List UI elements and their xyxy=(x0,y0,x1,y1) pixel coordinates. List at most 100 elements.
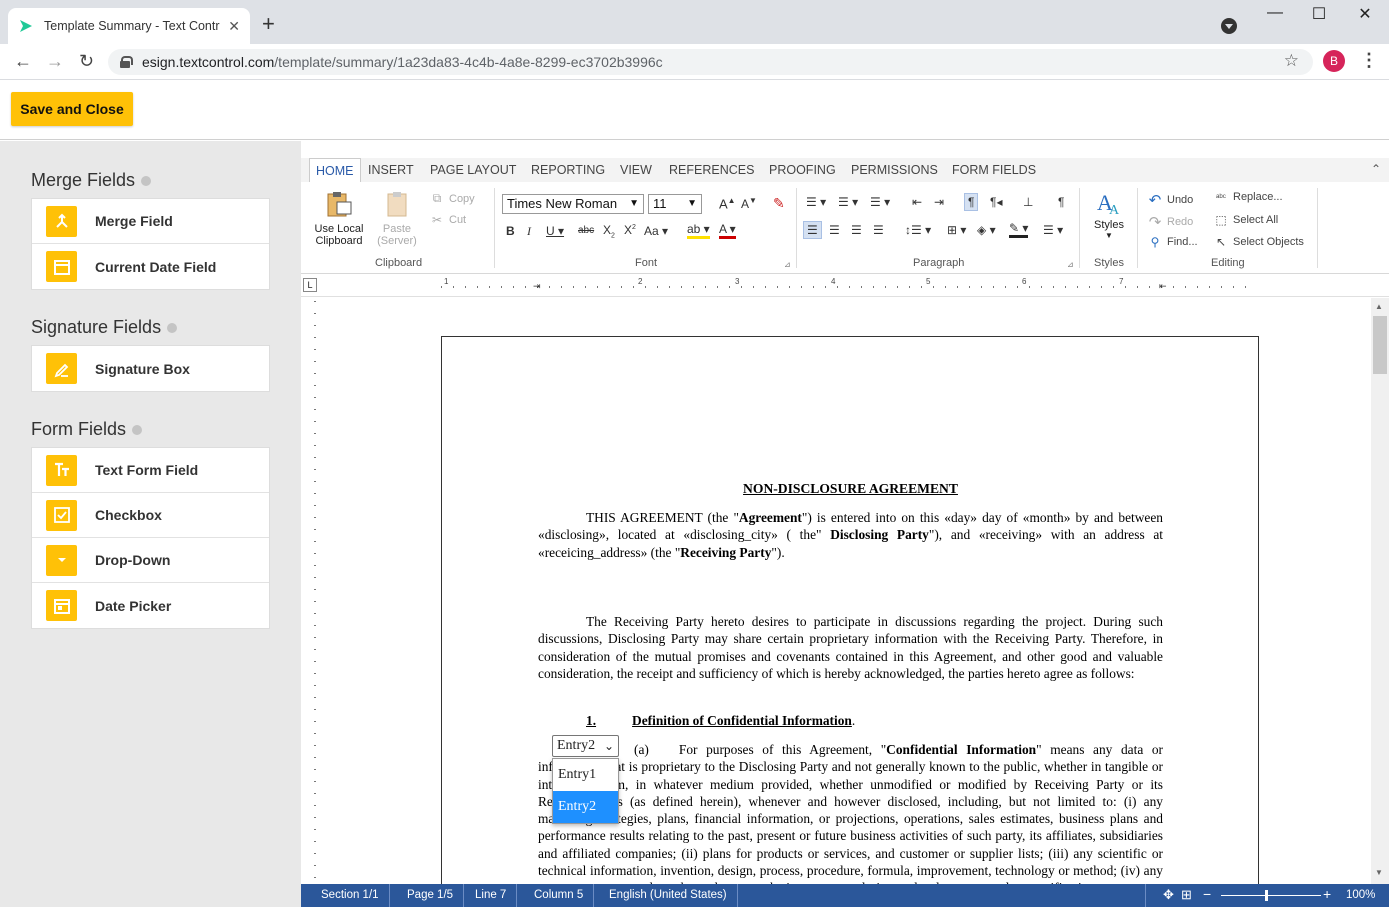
ribbon-collapse-icon[interactable]: ⌃ xyxy=(1371,162,1381,176)
reload-button[interactable]: ↻ xyxy=(79,51,94,72)
horizontal-ruler[interactable]: L 1 2 3 4 5 6 7 ⇥ ⇤ xyxy=(301,275,1389,297)
tab-view[interactable]: VIEW xyxy=(614,158,658,182)
shrink-font-icon[interactable]: A▼ xyxy=(741,196,757,211)
scroll-up-icon[interactable]: ▲ xyxy=(1375,302,1383,311)
underline-icon[interactable]: U ▾ xyxy=(546,224,564,238)
current-date-field-item[interactable]: Current Date Field xyxy=(32,244,269,289)
zoom-slider[interactable] xyxy=(1221,895,1321,896)
right-indent-marker-icon[interactable]: ⇤ xyxy=(1159,281,1167,292)
zoom-out-button[interactable]: − xyxy=(1203,886,1211,902)
frame-style-icon[interactable]: ☰ ▾ xyxy=(1043,223,1063,237)
tab-close-icon[interactable]: ✕ xyxy=(228,18,240,35)
increase-indent-icon[interactable]: ⇥ xyxy=(934,195,944,209)
frame-color-icon[interactable]: ✎ ▾ xyxy=(1009,221,1029,238)
drop-down-form-field[interactable]: Entry2 ⌄ xyxy=(552,735,619,757)
justify-icon[interactable]: ☰ xyxy=(873,223,884,237)
tab-home[interactable]: HOME xyxy=(309,158,361,182)
close-window-button[interactable]: ✕ xyxy=(1342,4,1388,24)
browser-menu-icon[interactable]: ⋮ xyxy=(1360,50,1378,71)
decrease-indent-icon[interactable]: ⇤ xyxy=(912,195,922,209)
scrollbar-thumb[interactable] xyxy=(1373,316,1387,374)
italic-icon[interactable]: I xyxy=(527,224,531,239)
tab-search-icon[interactable] xyxy=(1221,18,1237,34)
page-view-icon[interactable]: ⊞ xyxy=(1181,887,1192,903)
use-local-clipboard-button[interactable]: Use Local Clipboard xyxy=(313,190,365,247)
font-name-select[interactable]: Times New Roman ▼ xyxy=(502,194,644,214)
bookmark-star-icon[interactable]: ☆ xyxy=(1284,51,1299,71)
left-indent-marker-icon[interactable]: ⇥ xyxy=(533,281,541,292)
bold-icon[interactable]: B xyxy=(506,224,515,238)
multilevel-list-icon[interactable]: ☰ ▾ xyxy=(870,195,890,209)
shading-icon[interactable]: ◈ ▾ xyxy=(977,223,996,237)
superscript-icon[interactable]: X2 xyxy=(624,223,636,237)
forward-button[interactable]: → xyxy=(46,51,64,72)
select-all-button[interactable]: ⬚ Select All xyxy=(1213,213,1278,227)
highlight-color-icon[interactable]: ab ▾ xyxy=(687,222,710,239)
styles-button[interactable]: AA Styles ▼ xyxy=(1091,188,1127,240)
tab-form-fields[interactable]: FORM FIELDS xyxy=(946,158,1042,182)
change-case-icon[interactable]: Aa ▾ xyxy=(644,224,668,238)
drop-down-option-selected[interactable]: Entry2 xyxy=(553,791,618,823)
clear-formatting-icon[interactable]: ✎ xyxy=(773,195,785,212)
paragraph-dialog-launcher-icon[interactable]: ⊿ xyxy=(1067,260,1074,269)
grow-font-icon[interactable]: A▲ xyxy=(719,196,736,211)
merge-field-item[interactable]: Merge Field xyxy=(32,199,269,244)
maximize-button[interactable]: ☐ xyxy=(1296,4,1342,24)
font-dialog-launcher-icon[interactable]: ⊿ xyxy=(784,260,791,269)
font-size-select[interactable]: 11 ▼ xyxy=(648,194,702,214)
borders-icon[interactable]: ⊞ ▾ xyxy=(947,223,966,237)
tab-page-layout[interactable]: PAGE LAYOUT xyxy=(424,158,522,182)
back-button[interactable]: ← xyxy=(14,51,32,72)
cut-button[interactable]: ✂ Cut xyxy=(429,213,466,227)
zoom-in-button[interactable]: + xyxy=(1323,886,1331,902)
paste-server-button[interactable]: Paste (Server) xyxy=(371,190,423,247)
tab-selector[interactable]: L xyxy=(303,278,317,292)
signature-box-item[interactable]: Signature Box xyxy=(32,346,269,391)
tab-reporting[interactable]: REPORTING xyxy=(525,158,611,182)
url-field[interactable]: esign.textcontrol.com /template/summary/… xyxy=(108,49,1313,75)
tab-stop-icon[interactable]: ⊥ xyxy=(1023,195,1033,209)
vertical-scrollbar[interactable]: ▲ ▼ xyxy=(1371,298,1389,884)
info-dot-icon[interactable] xyxy=(141,175,152,186)
vertical-ruler[interactable] xyxy=(309,301,319,881)
scroll-down-icon[interactable]: ▼ xyxy=(1375,868,1383,877)
drop-down-option[interactable]: Entry1 xyxy=(553,759,618,791)
save-and-close-button[interactable]: Save and Close xyxy=(11,92,133,126)
tab-references[interactable]: REFERENCES xyxy=(663,158,760,182)
copy-button[interactable]: ⧉ Copy xyxy=(429,191,475,206)
subscript-icon[interactable]: X2 xyxy=(603,223,615,239)
drop-down-item[interactable]: Drop-Down xyxy=(32,538,269,583)
bullets-icon[interactable]: ☰ ▾ xyxy=(806,195,826,209)
tab-insert[interactable]: INSERT xyxy=(362,158,420,182)
tab-permissions[interactable]: PERMISSIONS xyxy=(845,158,944,182)
numbering-icon[interactable]: ☰ ▾ xyxy=(838,195,858,209)
zoom-slider-handle[interactable] xyxy=(1265,890,1268,901)
align-left-icon[interactable]: ☰ xyxy=(803,221,822,239)
new-tab-button[interactable]: + xyxy=(262,13,275,35)
align-center-icon[interactable]: ☰ xyxy=(829,223,840,237)
document-viewport[interactable]: NON-DISCLOSURE AGREEMENT THIS AGREEMENT … xyxy=(321,298,1371,884)
right-to-left-icon[interactable]: ¶◂ xyxy=(990,195,1002,209)
date-picker-item[interactable]: Date Picker xyxy=(32,583,269,628)
checkbox-item[interactable]: Checkbox xyxy=(32,493,269,538)
move-view-icon[interactable]: ✥ xyxy=(1163,887,1174,903)
select-objects-button[interactable]: ↖ Select Objects xyxy=(1213,235,1304,249)
undo-button[interactable]: ↶ Undo xyxy=(1147,191,1194,209)
lock-icon[interactable] xyxy=(120,56,133,68)
profile-avatar[interactable]: B xyxy=(1323,50,1345,72)
left-to-right-icon[interactable]: ¶ xyxy=(964,193,979,211)
info-dot-icon[interactable] xyxy=(167,322,178,333)
line-spacing-icon[interactable]: ↕☰ ▾ xyxy=(905,223,931,237)
browser-tab[interactable]: Template Summary - Text Control ✕ xyxy=(8,8,250,44)
align-right-icon[interactable]: ☰ xyxy=(851,223,862,237)
show-formatting-icon[interactable]: ¶ xyxy=(1058,195,1064,209)
replace-button[interactable]: ᵃᵇᶜ Replace... xyxy=(1213,191,1283,203)
tab-proofing[interactable]: PROOFING xyxy=(763,158,842,182)
text-form-field-item[interactable]: Text Form Field xyxy=(32,448,269,493)
redo-button[interactable]: ↷ Redo xyxy=(1147,213,1194,231)
minimize-button[interactable]: — xyxy=(1252,4,1298,22)
find-button[interactable]: ⚲ Find... xyxy=(1147,235,1198,249)
font-color-icon[interactable]: A ▾ xyxy=(719,222,736,239)
strikethrough-icon[interactable]: abc xyxy=(578,225,594,236)
info-dot-icon[interactable] xyxy=(132,424,143,435)
